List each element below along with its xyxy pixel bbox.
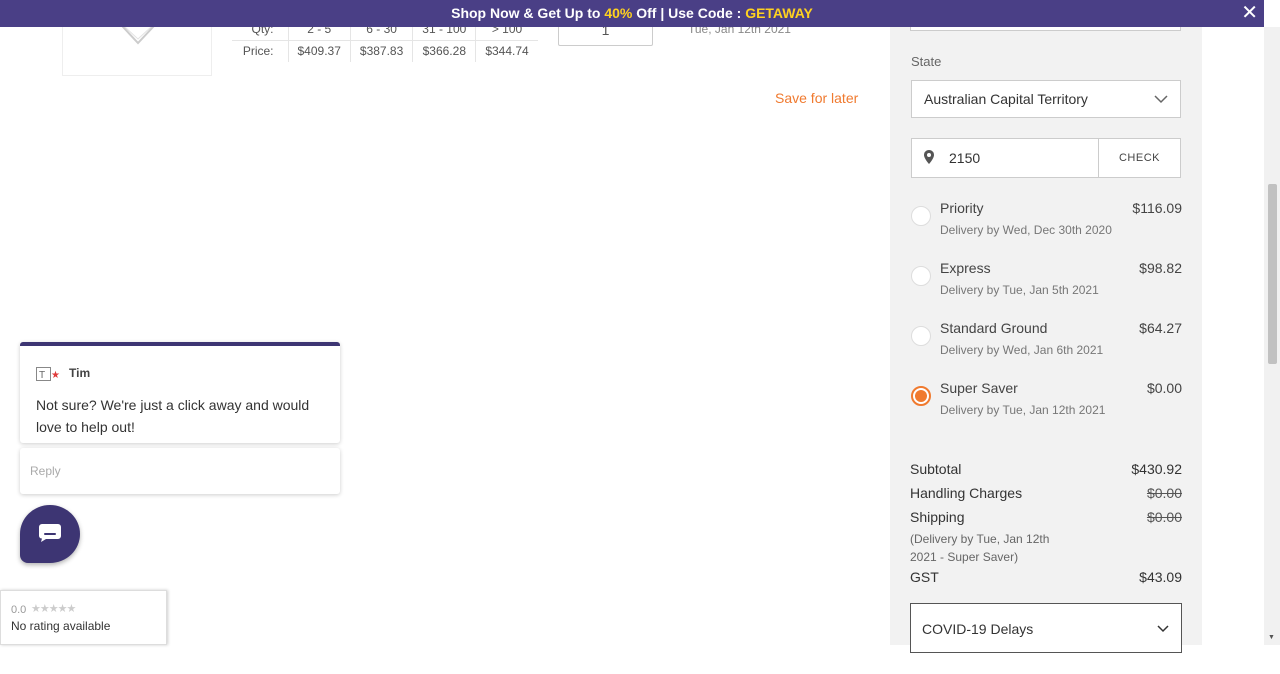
state-value: Australian Capital Territory	[924, 91, 1088, 107]
option-price: $116.09	[1132, 200, 1182, 216]
shipping-row: Shipping $0.00	[910, 509, 1182, 525]
shipping-option-standard-ground[interactable]: Standard Ground $64.27 Delivery by Wed, …	[910, 320, 1182, 370]
subtotal-row: Subtotal $430.92	[910, 461, 1182, 477]
gst-label: GST	[910, 569, 939, 585]
gst-row: GST $43.09	[910, 569, 1182, 585]
price-cell: $344.74	[475, 40, 538, 62]
scrollbar-thumb[interactable]	[1268, 184, 1277, 364]
chat-launcher-button[interactable]	[20, 505, 80, 563]
rating-badge[interactable]: 0.0 ★★★★★ No rating available	[0, 590, 167, 645]
price-label: Price:	[242, 44, 274, 59]
option-name: Express	[940, 260, 991, 276]
promo-text-middle: Off | Use Code :	[632, 5, 746, 21]
option-name: Standard Ground	[940, 320, 1048, 336]
chat-message-card[interactable]: T ★ Tim Not sure? We're just a click awa…	[20, 342, 340, 443]
radio-button[interactable]	[911, 326, 931, 346]
shipping-option-priority[interactable]: Priority $116.09 Delivery by Wed, Dec 30…	[910, 200, 1182, 250]
option-delivery: Delivery by Tue, Jan 5th 2021	[940, 283, 1099, 297]
rating-text: No rating available	[11, 619, 111, 633]
svg-text:T: T	[39, 370, 45, 381]
subtotal-value: $430.92	[1131, 461, 1182, 477]
handling-label: Handling Charges	[910, 485, 1023, 501]
location-pin-icon	[924, 150, 934, 169]
price-cell: $387.83	[349, 40, 413, 62]
postcode-input[interactable]: 2150	[949, 139, 980, 177]
handling-value: $0.00	[1146, 485, 1182, 501]
close-icon[interactable]: ✕	[1241, 0, 1258, 26]
option-price: $0.00	[1146, 380, 1182, 396]
state-label: State	[911, 54, 942, 69]
rating-stars: ★★★★★	[31, 603, 76, 615]
chat-bubble-icon	[39, 524, 61, 542]
option-price: $98.82	[1139, 260, 1182, 276]
radio-button[interactable]	[911, 206, 931, 226]
chat-reply-input[interactable]: Reply	[20, 448, 340, 494]
chevron-down-icon	[1154, 81, 1168, 130]
option-name: Priority	[940, 200, 984, 216]
save-for-later-link[interactable]: Save for later	[775, 90, 858, 106]
shipping-option-express[interactable]: Express $98.82 Delivery by Tue, Jan 5th …	[910, 260, 1182, 310]
radio-button[interactable]	[911, 266, 931, 286]
check-button[interactable]: CHECK	[1098, 139, 1180, 177]
rating-score: 0.0	[11, 604, 27, 616]
covid-delays-dropdown[interactable]: COVID-19 Delays	[910, 603, 1182, 653]
agent-name: Tim	[69, 366, 91, 380]
promo-banner: Shop Now & Get Up to 40% Off | Use Code …	[0, 0, 1264, 27]
option-delivery: Delivery by Wed, Dec 30th 2020	[940, 223, 1112, 237]
agent-logo-icon: T ★	[36, 367, 62, 386]
radio-button-selected[interactable]	[911, 386, 931, 406]
price-cell: $409.37	[287, 40, 351, 62]
order-summary-panel: State Australian Capital Territory 2150 …	[890, 0, 1202, 653]
shipping-value: $0.00	[1146, 509, 1182, 525]
covid-label: COVID-19 Delays	[922, 621, 1034, 637]
option-name: Super Saver	[940, 380, 1018, 396]
state-select[interactable]: Australian Capital Territory	[911, 80, 1181, 118]
option-price: $64.27	[1139, 320, 1182, 336]
handling-row: Handling Charges $0.00	[910, 485, 1182, 501]
promo-code: GETAWAY	[745, 5, 813, 21]
shipping-option-super-saver[interactable]: Super Saver $0.00 Delivery by Tue, Jan 1…	[910, 380, 1182, 430]
option-delivery: Delivery by Wed, Jan 6th 2021	[940, 343, 1104, 357]
scroll-down-arrow-icon[interactable]: ▼	[1268, 634, 1275, 641]
chat-message: Not sure? We're just a click away and wo…	[36, 397, 310, 435]
postcode-box: 2150 CHECK	[911, 138, 1181, 178]
subtotal-label: Subtotal	[910, 461, 962, 477]
promo-percent: 40%	[604, 5, 633, 21]
price-row: Price: $409.37 $387.83 $366.28 $344.74	[232, 40, 538, 62]
chevron-down-icon	[1157, 604, 1169, 674]
shipping-note: (Delivery by Tue, Jan 12th 2021 - Super …	[910, 532, 1050, 564]
svg-text:★: ★	[51, 370, 60, 381]
shipping-label: Shipping	[910, 509, 965, 525]
option-delivery: Delivery by Tue, Jan 12th 2021	[940, 403, 1106, 417]
promo-text-before: Shop Now & Get Up to	[451, 5, 605, 21]
price-cell: $366.28	[412, 40, 476, 62]
page-scrollbar[interactable]: ▼	[1264, 27, 1280, 645]
gst-value: $43.09	[1139, 569, 1182, 585]
